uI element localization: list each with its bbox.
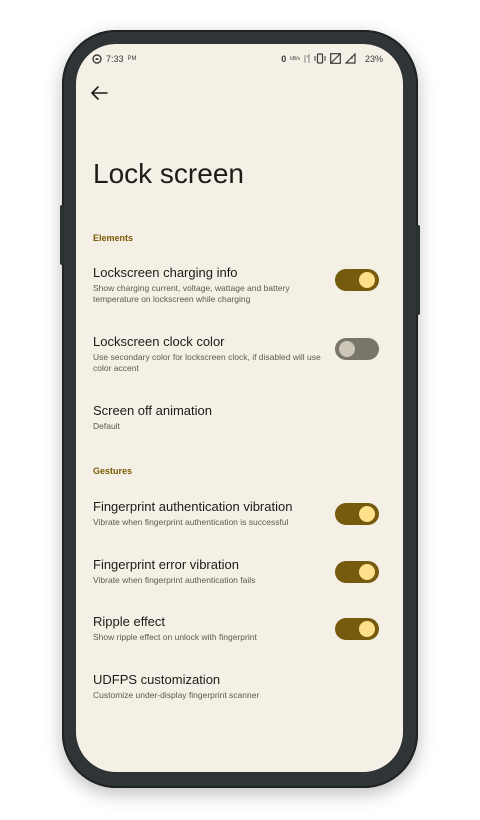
section-header-elements: Elements — [93, 233, 134, 243]
vibrate-icon — [314, 53, 326, 64]
status-ampm: PM — [127, 56, 137, 62]
setting-fingerprint-error-vibration[interactable]: Fingerprint error vibration Vibrate when… — [93, 557, 391, 607]
signal-2-icon — [344, 53, 356, 64]
toggle-knob — [359, 621, 375, 637]
setting-subtitle: Customize under-display fingerprint scan… — [93, 690, 260, 700]
signal-icon — [330, 53, 341, 64]
toggle-knob — [339, 341, 355, 357]
page-title: Lock screen — [93, 158, 244, 189]
setting-udfps-customization[interactable]: UDFPS customization Customize under-disp… — [93, 672, 391, 722]
setting-title: Ripple effect — [93, 614, 166, 629]
setting-title: Lockscreen clock color — [93, 334, 225, 349]
toggle-knob — [359, 506, 375, 522]
toggle-knob — [359, 564, 375, 580]
setting-subtitle: Show ripple effect on unlock with finger… — [93, 632, 257, 642]
setting-title: Fingerprint authentication vibration — [93, 499, 293, 514]
setting-charging-info[interactable]: Lockscreen charging info Show charging c… — [93, 265, 391, 315]
section-header-gestures: Gestures — [93, 466, 133, 476]
setting-title: UDFPS customization — [93, 672, 221, 687]
back-arrow-icon[interactable] — [88, 82, 110, 104]
setting-screen-off-animation[interactable]: Screen off animation Default — [93, 403, 391, 453]
status-time: 7:33 — [106, 54, 124, 64]
charging-info-toggle[interactable] — [335, 269, 379, 291]
setting-fingerprint-auth-vibration[interactable]: Fingerprint authentication vibration Vib… — [93, 499, 391, 549]
net-speed: 0 — [281, 53, 287, 64]
battery-percent: 23% — [364, 53, 383, 64]
net-speed-unit: kB/s — [290, 55, 300, 62]
screen: 7:33 PM 0 kB/s 23% Lock screen Elements … — [76, 44, 403, 772]
setting-subtitle: Show charging current, voltage, wattage … — [93, 283, 290, 304]
power-button — [416, 225, 420, 315]
setting-title: Fingerprint error vibration — [93, 557, 239, 572]
clock-color-toggle[interactable] — [335, 338, 379, 360]
setting-subtitle: Vibrate when fingerprint authentication … — [93, 575, 256, 585]
setting-title: Screen off animation — [93, 403, 212, 418]
fingerprint-error-vibration-toggle[interactable] — [335, 561, 379, 583]
volume-button — [60, 205, 64, 265]
setting-subtitle: Default — [93, 421, 120, 431]
setting-ripple-effect[interactable]: Ripple effect Show ripple effect on unlo… — [93, 614, 391, 664]
setting-clock-color[interactable]: Lockscreen clock color Use secondary col… — [93, 334, 391, 384]
app-notification-icon — [92, 54, 102, 64]
toggle-knob — [359, 272, 375, 288]
status-bar: 7:33 PM 0 kB/s 23% — [76, 44, 403, 74]
ripple-effect-toggle[interactable] — [335, 618, 379, 640]
data-arrows-icon — [304, 53, 310, 63]
setting-subtitle: Use secondary color for lockscreen clock… — [93, 352, 321, 373]
fingerprint-auth-vibration-toggle[interactable] — [335, 503, 379, 525]
setting-title: Lockscreen charging info — [93, 265, 238, 280]
setting-subtitle: Vibrate when fingerprint authentication … — [93, 517, 289, 527]
